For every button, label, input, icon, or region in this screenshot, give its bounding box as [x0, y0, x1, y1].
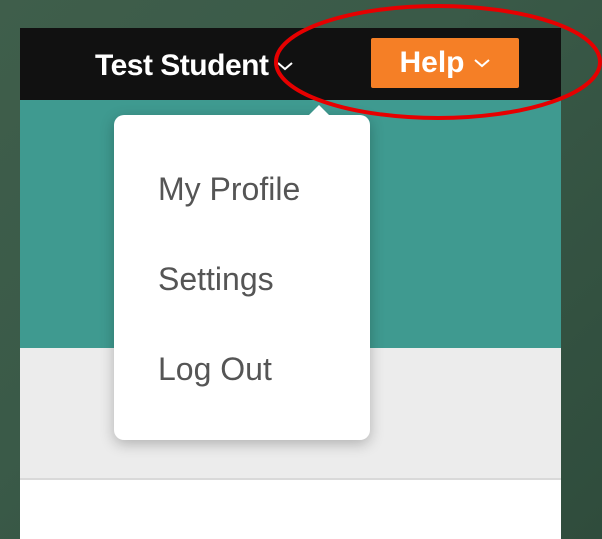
help-button[interactable]: Help: [371, 38, 519, 88]
user-menu-toggle[interactable]: Test Student: [95, 46, 294, 86]
chevron-down-icon: [276, 60, 294, 72]
help-label: Help: [399, 46, 465, 79]
top-navigation-bar: Test Student Help: [20, 28, 561, 100]
app-screenshot: Test Student Help My Profile Settings Lo…: [20, 28, 561, 539]
dropdown-caret: [308, 105, 330, 116]
menu-item-settings[interactable]: Settings: [158, 261, 274, 298]
menu-item-log-out[interactable]: Log Out: [158, 351, 272, 388]
content-area: [20, 480, 561, 539]
menu-item-my-profile[interactable]: My Profile: [158, 171, 300, 208]
user-dropdown-menu: My Profile Settings Log Out: [114, 105, 370, 440]
user-name: Test Student: [95, 49, 269, 82]
chevron-down-icon: [473, 57, 491, 69]
